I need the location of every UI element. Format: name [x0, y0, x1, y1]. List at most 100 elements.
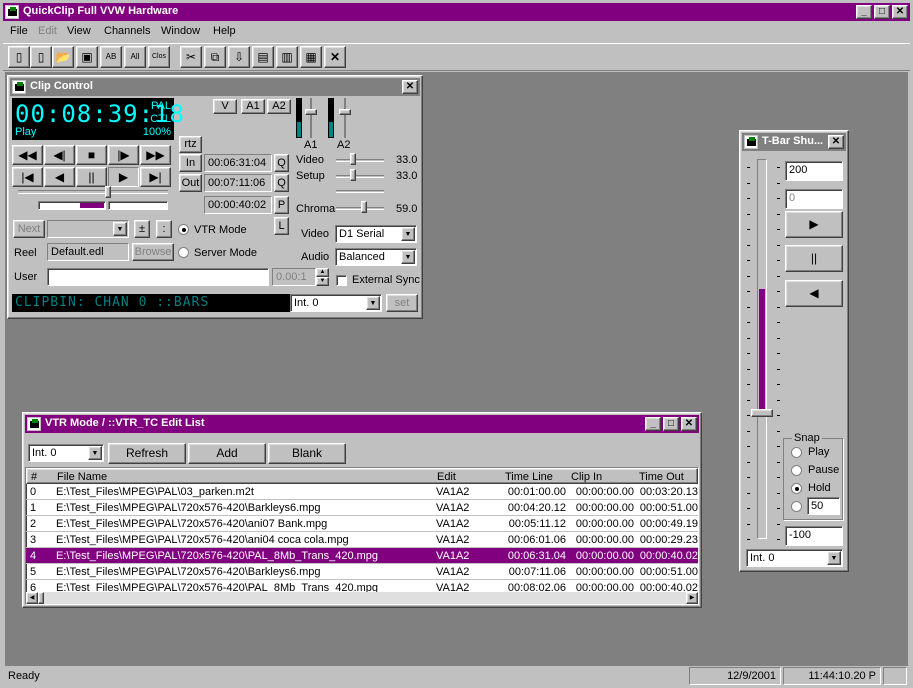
table-row[interactable]: 1 E:\Test_Files\MPEG\PAL\720x576-420\Bark… — [26, 500, 698, 516]
tbar-value-bottom[interactable]: -100 — [785, 526, 843, 546]
save-icon[interactable]: ▣ — [76, 46, 98, 68]
spin-field[interactable]: 0.00:1 — [272, 268, 316, 286]
reverse-play-button[interactable]: ◀ — [44, 167, 75, 187]
snap-play-radio[interactable] — [791, 447, 802, 458]
setup-level-track[interactable] — [336, 175, 384, 178]
rtz-button[interactable]: rtz — [179, 136, 202, 153]
tbar-play-button[interactable]: ▶ — [785, 211, 843, 238]
cue-out-button[interactable]: Q — [274, 174, 289, 192]
menu-window[interactable]: Window — [161, 25, 200, 37]
jog-slider-thumb[interactable] — [105, 186, 111, 198]
step-back-button[interactable]: ◀| — [44, 145, 75, 165]
column-header-file[interactable]: File Name — [57, 469, 107, 485]
rewind-button[interactable]: ◀◀ — [12, 145, 43, 165]
stop-button[interactable]: ■ — [76, 145, 107, 165]
hue-level-track[interactable] — [336, 190, 384, 193]
new-icon[interactable]: ▯ — [8, 46, 30, 68]
browse-button[interactable]: Browse — [132, 243, 174, 261]
snap-custom-radio[interactable] — [791, 501, 802, 512]
audio-select[interactable]: Balanced ▼ — [335, 248, 417, 266]
reel-field[interactable]: Default.edl — [47, 243, 129, 261]
spin-up-button[interactable]: ▲ — [316, 268, 329, 277]
edit-list-channel-select[interactable]: Int. 0 ▼ — [28, 444, 104, 462]
snap-value-field[interactable]: 50 — [807, 497, 840, 515]
add-button[interactable]: Add — [188, 443, 266, 464]
column-header-edit[interactable]: Edit — [437, 469, 456, 485]
tbar-value-top[interactable]: 200 — [785, 161, 843, 181]
close-button[interactable]: ✕ — [892, 5, 908, 19]
cue-in-button[interactable]: Q — [274, 154, 289, 172]
vtr-mode-radio[interactable] — [178, 224, 189, 235]
table-row[interactable]: 4 E:\Test_Files\MPEG\PAL\720x576-420\PAL_… — [26, 548, 698, 564]
chevron-down-icon[interactable]: ▼ — [113, 222, 127, 236]
scroll-thumb[interactable] — [38, 592, 44, 604]
set-button[interactable]: set — [386, 294, 418, 312]
chroma-level-thumb[interactable] — [361, 201, 367, 213]
chevron-down-icon[interactable]: ▼ — [401, 250, 415, 264]
tbar-pause-button[interactable]: || — [785, 245, 843, 272]
menu-file[interactable]: File — [10, 25, 28, 37]
menu-view[interactable]: View — [67, 25, 91, 37]
chevron-down-icon[interactable]: ▼ — [88, 446, 102, 460]
colon-button[interactable]: : — [156, 220, 172, 238]
tbar-handle[interactable] — [751, 409, 773, 417]
user-field[interactable] — [47, 268, 269, 286]
cut-icon[interactable]: ✂ — [180, 46, 202, 68]
go-end-button[interactable]: ▶| — [140, 167, 171, 187]
app-icon[interactable] — [5, 5, 19, 19]
spin-down-button[interactable]: ▼ — [316, 277, 329, 286]
server-mode-radio[interactable] — [178, 247, 189, 258]
external-sync-checkbox[interactable] — [336, 275, 347, 286]
out-timecode[interactable]: 00:07:11:06 — [204, 174, 272, 192]
ab-icon[interactable]: AB — [100, 46, 122, 68]
maximize-button[interactable]: □ — [874, 5, 890, 19]
channel-select[interactable]: Int. 0 ▼ — [290, 294, 382, 312]
clip-control-close-button[interactable]: ✕ — [402, 80, 418, 94]
blank-button[interactable]: Blank — [268, 443, 346, 464]
chroma-level-track[interactable] — [336, 207, 384, 210]
scroll-left-button[interactable]: ◀ — [26, 592, 38, 604]
table-row[interactable]: 0 E:\Test_Files\MPEG\PAL\03_parken.m2t VA1… — [26, 484, 698, 500]
edit-list-maximize-button[interactable]: □ — [663, 417, 679, 431]
horizontal-scrollbar[interactable]: ◀ ▶ — [26, 592, 698, 604]
chevron-down-icon[interactable]: ▼ — [827, 551, 841, 565]
insert-icon[interactable]: ⇩ — [228, 46, 250, 68]
new-pl-icon[interactable]: ▯ — [30, 46, 52, 68]
minimize-button[interactable]: _ — [856, 5, 872, 19]
video-level-track[interactable] — [336, 159, 384, 162]
column-header-index[interactable]: # — [31, 469, 37, 485]
table-row[interactable]: 2 E:\Test_Files\MPEG\PAL\720x576-420\ani0… — [26, 516, 698, 532]
tbar-channel-select[interactable]: Int. 0 ▼ — [746, 549, 843, 567]
menu-edit[interactable]: Edit — [38, 25, 57, 37]
step-forward-button[interactable]: |▶ — [108, 145, 139, 165]
paste-after-icon[interactable]: ▦ — [300, 46, 322, 68]
copy-icon[interactable]: ⧉ — [204, 46, 226, 68]
audio-fader-a2-thumb[interactable] — [339, 109, 351, 115]
tbar-reverse-button[interactable]: ◀ — [785, 280, 843, 307]
play-button[interactable]: ▶ — [108, 167, 139, 187]
tbar-value-second[interactable]: 0 — [785, 189, 843, 209]
chevron-down-icon[interactable]: ▼ — [401, 227, 415, 241]
video-level-thumb[interactable] — [350, 153, 356, 165]
column-header-timeout[interactable]: Time Out — [639, 469, 684, 485]
audio-fader-a1-thumb[interactable] — [305, 109, 317, 115]
menu-help[interactable]: Help — [213, 25, 236, 37]
audio-fader-a2[interactable] — [344, 98, 346, 138]
audio-fader-a1[interactable] — [310, 98, 312, 138]
track-a2-button[interactable]: A2 — [267, 99, 291, 114]
paste-before-icon[interactable]: ▥ — [276, 46, 298, 68]
delete-icon[interactable]: ✕ — [324, 46, 346, 68]
table-row[interactable]: 5 E:\Test_Files\MPEG\PAL\720x576-420\Bark… — [26, 564, 698, 580]
snap-hold-radio[interactable] — [791, 483, 802, 494]
setup-level-thumb[interactable] — [350, 169, 356, 181]
edit-list-close-button[interactable]: ✕ — [681, 417, 697, 431]
plus-minus-button[interactable]: ± — [134, 220, 150, 238]
open-icon[interactable]: 📂 — [52, 46, 74, 68]
column-header-clipin[interactable]: Clip In — [571, 469, 602, 485]
table-row[interactable]: 3 E:\Test_Files\MPEG\PAL\720x576-420\ani0… — [26, 532, 698, 548]
snap-pause-radio[interactable] — [791, 465, 802, 476]
track-a1-button[interactable]: A1 — [241, 99, 265, 114]
in-timecode[interactable]: 00:06:31:04 — [204, 154, 272, 172]
pause-button[interactable]: || — [76, 167, 107, 187]
out-button[interactable]: Out — [179, 174, 202, 192]
